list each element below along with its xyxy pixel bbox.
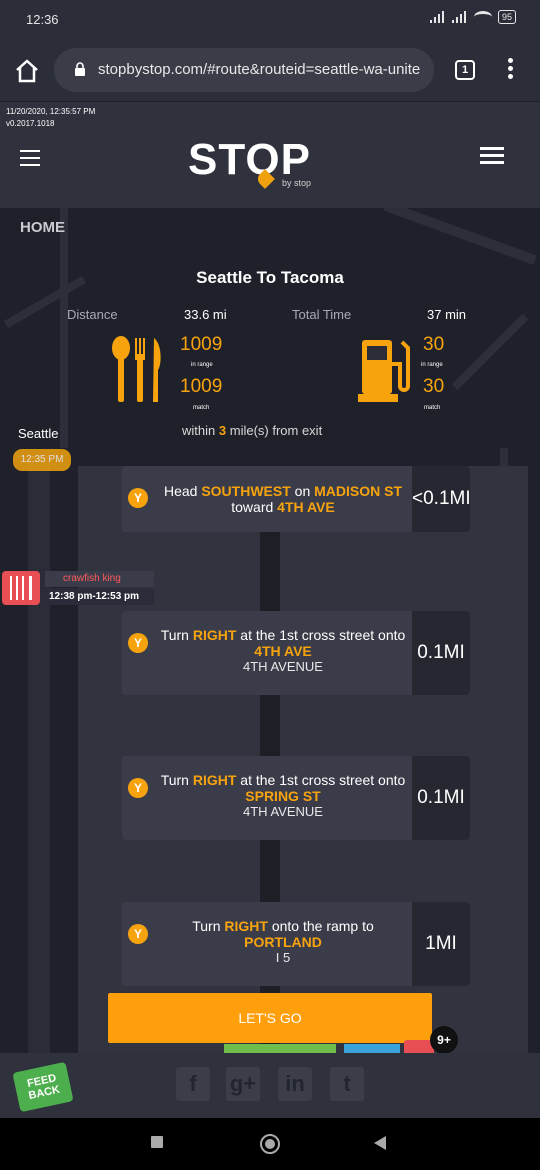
food-match-count: 1009 (180, 376, 223, 397)
tab-switcher-button[interactable]: 1 (455, 60, 475, 80)
food-in-range-count: 1009 (180, 334, 223, 355)
filter-settings-icon[interactable] (480, 147, 504, 169)
category-tab-blue[interactable] (344, 1044, 400, 1053)
food-icon[interactable] (110, 334, 164, 404)
direction-marker-icon: Y (128, 924, 148, 944)
map-area: HOME Seattle To Tacoma Distance 33.6 mi … (0, 208, 540, 1053)
linkedin-icon[interactable]: in (278, 1067, 312, 1101)
url-text: stopbystop.com/#route&routeid=seattle-wa… (98, 61, 421, 78)
direction-distance: 1MI (412, 902, 470, 986)
twitter-icon[interactable]: t (330, 1067, 364, 1101)
direction-step[interactable]: Y Turn RIGHT at the 1st cross street ont… (122, 611, 470, 695)
food-match-label: match (193, 405, 210, 411)
home-link[interactable]: HOME (20, 219, 65, 236)
back-icon[interactable] (374, 1136, 386, 1150)
restaurant-icon (2, 571, 40, 605)
feedback-button[interactable]: FEED BACK (12, 1061, 74, 1113)
food-in-range-label: in range (191, 362, 213, 368)
status-time: 12:36 (26, 12, 59, 27)
address-bar[interactable]: stopbystop.com/#route&routeid=seattle-wa… (54, 48, 434, 92)
home-icon[interactable] (14, 58, 40, 84)
within-miles-value: 3 (218, 423, 227, 438)
total-time-label: Total Time (292, 307, 352, 322)
status-bar: 12:36 95 (0, 0, 540, 40)
direction-step[interactable]: Y Turn RIGHT onto the ramp to PORTLAND I … (122, 902, 470, 986)
route-progress-line (28, 456, 50, 1053)
direction-text: Turn RIGHT at the 1st cross street onto … (160, 772, 406, 819)
footer: FEED BACK f g+ in t (0, 1053, 540, 1118)
gas-in-range-label: in range (421, 362, 443, 368)
direction-text: Turn RIGHT onto the ramp to PORTLAND I 5 (192, 918, 374, 965)
poi-name: crawfish king (45, 571, 154, 587)
system-nav-bar (0, 1118, 540, 1170)
gas-in-range-count: 30 (423, 334, 445, 355)
distance-value: 33.6 mi (184, 307, 227, 322)
direction-step[interactable]: Y Turn RIGHT at the 1st cross street ont… (122, 756, 470, 840)
lets-go-button[interactable]: LET'S GO (108, 993, 432, 1043)
browser-menu-icon[interactable] (504, 58, 516, 82)
gas-match-count: 30 (423, 376, 445, 397)
version: v0.2017.1018 (6, 119, 55, 128)
direction-step[interactable]: Y Head SOUTHWEST on MADISON ST toward 4T… (122, 466, 471, 532)
poi-time: 12:38 pm-12:53 pm (45, 588, 154, 605)
direction-text: Head SOUTHWEST on MADISON ST toward 4TH … (163, 483, 403, 515)
gas-match-label: match (424, 405, 441, 411)
direction-marker-icon: Y (128, 488, 148, 508)
direction-marker-icon: Y (128, 778, 148, 798)
direction-text: Turn RIGHT at the 1st cross street onto … (160, 627, 406, 674)
signal-icon (429, 11, 446, 23)
direction-distance: 0.1MI (412, 611, 470, 695)
facebook-icon[interactable]: f (176, 1067, 210, 1101)
recents-icon[interactable] (151, 1136, 163, 1148)
google-plus-icon[interactable]: g+ (226, 1067, 260, 1101)
wifi-icon (473, 11, 492, 23)
status-icons: 95 (429, 10, 516, 24)
home-nav-icon[interactable] (260, 1134, 280, 1154)
battery-icon: 95 (497, 10, 516, 24)
category-tab-green[interactable] (224, 1044, 336, 1053)
lock-icon (75, 62, 85, 76)
hamburger-menu-icon[interactable] (20, 150, 40, 166)
browser-toolbar: stopbystop.com/#route&routeid=seattle-wa… (0, 40, 540, 102)
start-time-badge: 12:35 PM (13, 449, 71, 471)
signal-icon-2 (451, 11, 468, 23)
route-title: Seattle To Tacoma (196, 268, 344, 287)
timestamp: 11/20/2020, 12:35:57 PM (6, 107, 96, 116)
direction-marker-icon: Y (128, 633, 148, 653)
distance-label: Distance (67, 307, 118, 322)
within-range-text[interactable]: within 3 mile(s) from exit (182, 423, 322, 438)
more-count-badge[interactable]: 9+ (430, 1026, 458, 1053)
total-time-value: 37 min (427, 307, 467, 322)
start-city: Seattle (18, 426, 59, 441)
app-header: 11/20/2020, 12:35:57 PM v0.2017.1018 STO… (0, 102, 540, 208)
direction-distance: <0.1MI (412, 466, 471, 532)
direction-distance: 0.1MI (412, 756, 470, 840)
poi-marker[interactable]: crawfish king 12:38 pm-12:53 pm (2, 571, 154, 605)
gas-station-icon[interactable] (356, 334, 414, 404)
logo-subtitle: by stop (282, 178, 312, 188)
